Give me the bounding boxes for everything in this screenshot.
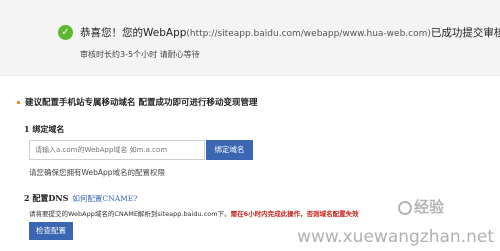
watermark-logo: 经验 xyxy=(398,196,444,217)
baidu-paw-icon xyxy=(398,200,412,215)
section-heading-text: 建议配置手机站专属移动域名 配置成功即可进行移动变现管理 xyxy=(25,98,258,108)
permission-note: 请您确保您拥有WebApp域名的配置权限 xyxy=(29,168,166,177)
cname-warning: 需在6小时内完成此操作，否则域名配置失效 xyxy=(230,210,359,218)
success-banner: ✓ 恭喜您！您的WebApp(http://siteapp.baidu.com/… xyxy=(0,0,500,76)
bind-domain-button[interactable]: 绑定域名 xyxy=(206,140,253,160)
review-time-note: 审核时长约3-5个小时 请耐心等待 xyxy=(80,50,200,59)
domain-input[interactable] xyxy=(29,140,205,160)
cname-help-link[interactable]: 如何配置CNAME? xyxy=(72,194,137,203)
step2-title: 2 配置DNS 如何配置CNAME? xyxy=(24,193,137,204)
cname-instructions-text: 请将要提交的WebApp域名的CNAME解析到siteapp.baidu.com… xyxy=(29,210,231,218)
step2-title-text: 2 配置DNS xyxy=(24,193,69,203)
success-message: 恭喜您！您的WebApp(http://siteapp.baidu.com/we… xyxy=(80,25,500,42)
success-message-prefix: 恭喜您！您的WebApp xyxy=(80,27,187,39)
watermark-logo-text: 经验 xyxy=(414,198,445,216)
check-config-button[interactable]: 检查配置 xyxy=(29,222,73,240)
section-heading: 建议配置手机站专属移动域名 配置成功即可进行移动变现管理 xyxy=(17,96,257,108)
webapp-url[interactable]: (http://siteapp.baidu.com/webapp/www.hua… xyxy=(186,29,430,39)
check-circle-icon: ✓ xyxy=(58,25,73,40)
step1-title: 1 绑定域名 xyxy=(24,124,65,134)
cname-instructions: 请将要提交的WebApp域名的CNAME解析到siteapp.baidu.com… xyxy=(29,208,359,218)
success-message-suffix: 已成功提交审核 xyxy=(430,27,500,39)
watermark-url: www.xuewangzhan.net xyxy=(297,227,494,247)
bullet-icon xyxy=(17,101,20,104)
